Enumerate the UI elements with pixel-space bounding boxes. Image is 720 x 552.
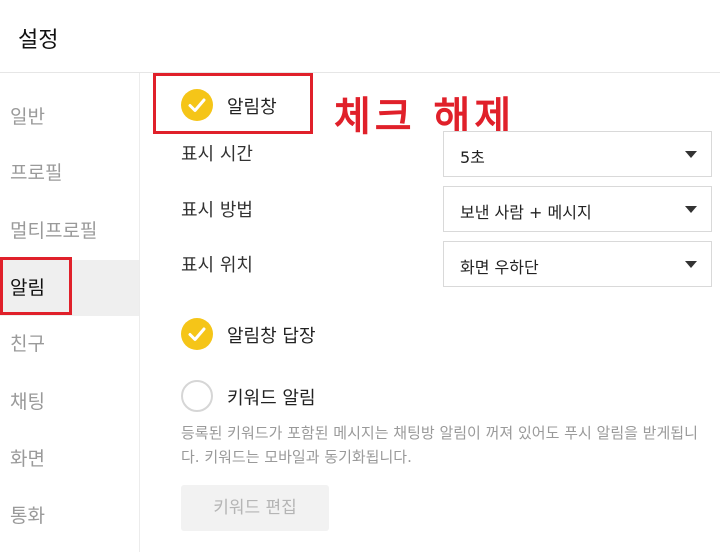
display-time-label: 표시 시간 (181, 144, 253, 165)
title-bar: 설정 (0, 0, 720, 73)
chevron-down-icon (685, 261, 697, 268)
keyword-alert-label: 키워드 알림 (227, 388, 316, 409)
display-position-select[interactable]: 화면 우하단 (443, 241, 712, 287)
keyword-alert-checkbox[interactable] (181, 380, 213, 412)
popup-checkbox[interactable] (181, 89, 213, 121)
display-position-label: 표시 위치 (181, 255, 253, 276)
sidebar-item-calls[interactable]: 통화 (0, 488, 139, 544)
display-method-select[interactable]: 보낸 사람 + 메시지 (443, 186, 712, 232)
sidebar-item-friends[interactable]: 친구 (0, 316, 139, 372)
chevron-down-icon (685, 151, 697, 158)
popup-label: 알림창 (227, 97, 277, 118)
keyword-description: 등록된 키워드가 포함된 메시지는 채팅방 알림이 꺼져 있어도 푸시 알림을 … (181, 424, 698, 466)
sidebar-highlight-box (0, 257, 72, 315)
keyword-edit-button[interactable]: 키워드 편집 (181, 485, 329, 531)
sidebar-item-chats[interactable]: 채팅 (0, 374, 139, 430)
popup-reply-checkbox[interactable] (181, 318, 213, 350)
check-icon (188, 327, 206, 341)
sidebar-item-general[interactable]: 일반 (0, 89, 139, 145)
check-icon (188, 98, 206, 112)
chevron-down-icon (685, 206, 697, 213)
display-method-value: 보낸 사람 + 메시지 (460, 203, 592, 222)
popup-reply-label: 알림창 답장 (227, 326, 316, 347)
page-title: 설정 (18, 28, 59, 53)
sidebar-item-profile[interactable]: 프로필 (0, 145, 139, 201)
sidebar-item-multiprofile[interactable]: 멀티프로필 (0, 203, 139, 259)
display-method-label: 표시 방법 (181, 200, 253, 221)
display-time-select[interactable]: 5초 (443, 131, 712, 177)
sidebar-item-display[interactable]: 화면 (0, 431, 139, 487)
display-time-value: 5초 (460, 148, 485, 167)
display-position-value: 화면 우하단 (460, 258, 539, 277)
